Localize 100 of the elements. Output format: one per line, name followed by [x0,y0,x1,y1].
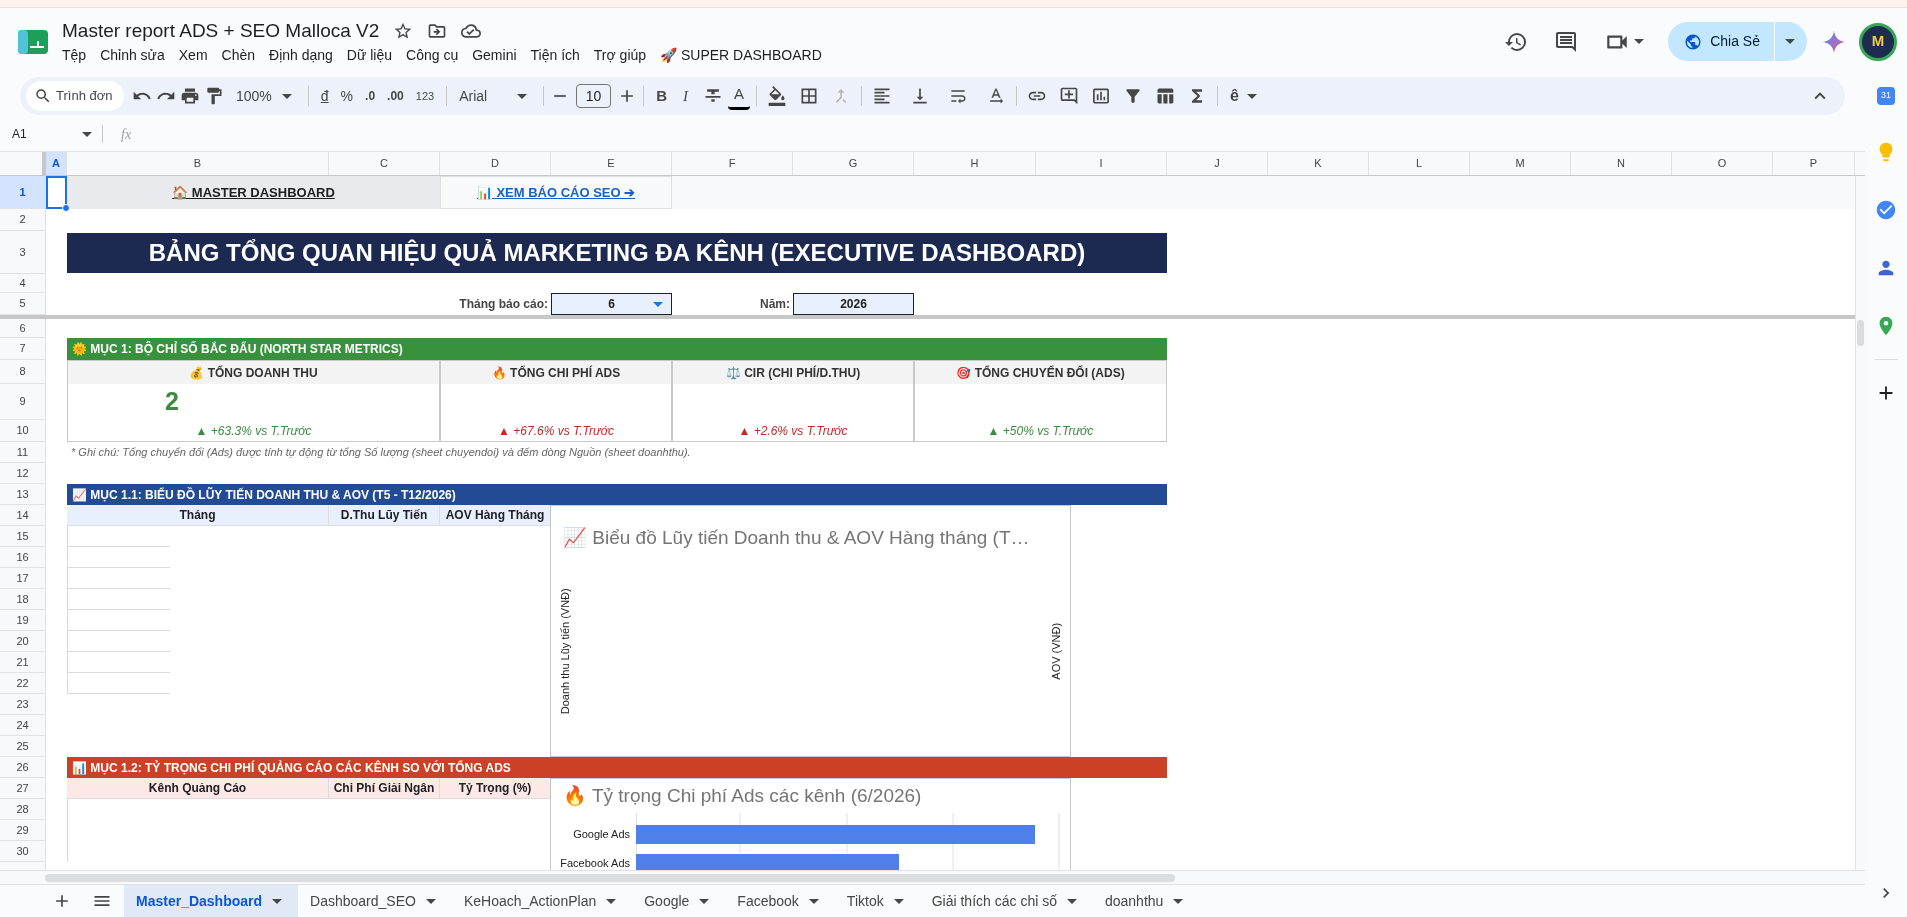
menu-item[interactable]: Chỉnh sửa [94,43,171,66]
column-header[interactable]: K [1268,152,1369,175]
row-header[interactable]: 24 [0,715,46,736]
menu-item[interactable]: Tiện ích [524,43,586,66]
row-header[interactable]: 21 [0,652,46,673]
bold-button[interactable]: B [650,82,673,110]
column-header[interactable]: A [46,152,67,175]
print-icon[interactable] [180,86,200,106]
sheet-tab[interactable]: Facebook [725,884,835,917]
row-header[interactable]: 22 [0,673,46,694]
row-header[interactable]: 2 [0,209,46,231]
italic-button[interactable]: I [672,82,698,110]
calendar-button[interactable]: 31 [1877,87,1895,105]
sheet-tab[interactable]: Master_Dashboard [124,884,299,917]
year-field[interactable]: 2026 [793,293,914,315]
font-dropdown[interactable]: Arial [453,82,538,110]
sheet-tab[interactable]: Google [632,884,726,917]
sheets-logo-icon[interactable] [18,29,48,54]
comment-icon[interactable] [1554,29,1579,54]
row-header[interactable]: 26 [0,757,46,778]
sheet-tab[interactable]: Dashboard_SEO [298,884,452,917]
increase-decimals-button[interactable]: .00 [381,82,410,110]
row-header[interactable]: 29 [0,820,46,841]
menu-search-field[interactable]: Trình đơn [26,81,124,111]
row-header[interactable]: 12 [0,463,46,484]
menu-item[interactable]: Dữ liệu [340,43,399,66]
column-header[interactable]: G [793,152,914,175]
scrollbar-thumb[interactable] [45,873,1175,882]
row-header[interactable]: 7 [0,338,46,360]
row-header[interactable]: 20 [0,631,46,652]
column-header[interactable]: B [67,152,329,175]
column-header[interactable]: J [1167,152,1268,175]
row-header[interactable]: 25 [0,736,46,757]
column-header[interactable]: P [1773,152,1855,175]
borders-icon[interactable] [799,86,819,106]
tasks-icon[interactable] [1875,199,1897,221]
column-header[interactable]: C [329,152,440,175]
column-header[interactable]: D [440,152,551,175]
row-header[interactable]: 16 [0,547,46,568]
row-header[interactable]: 30 [0,841,46,862]
vertical-scrollbar[interactable] [1855,176,1865,870]
vertical-align-icon[interactable] [910,86,930,106]
chart-icon[interactable] [1091,86,1111,106]
menu-item[interactable]: 🚀 SUPER DASHBOARD [654,43,828,66]
dashboard-link[interactable]: 🏠 MASTER DASHBOARD [172,182,335,203]
table-icon[interactable] [1155,86,1175,106]
row-header[interactable]: 18 [0,589,46,610]
add-comment-icon[interactable] [1059,86,1079,106]
menu-item[interactable]: Chèn [215,43,262,66]
menu-item[interactable]: Xem [172,43,214,66]
font-size-field[interactable]: 10 [576,84,612,108]
percent-button[interactable]: % [334,82,360,110]
menu-item[interactable]: Trợ giúp [587,43,653,66]
menu-item[interactable]: Tệp [56,43,93,66]
paint-format-icon[interactable] [204,86,224,106]
row-header[interactable]: 8 [0,360,46,384]
row-header[interactable]: 4 [0,274,46,293]
column-header[interactable]: N [1571,152,1672,175]
document-title[interactable]: Master report ADS + SEO Malloca V2 [62,17,380,44]
text-color-button[interactable]: A [727,82,750,110]
column-header[interactable]: E [551,152,672,175]
fill-color-icon[interactable] [767,86,787,106]
column-header[interactable]: I [1036,152,1167,175]
row-header[interactable]: 13 [0,484,46,505]
row-header[interactable]: 6 [0,319,46,338]
row-header[interactable]: 9 [0,384,46,420]
name-box[interactable]: A1 [0,121,96,147]
row-header[interactable]: 28 [0,799,46,820]
column-header[interactable]: O [1672,152,1773,175]
seo-report-link[interactable]: 📊 XEM BÁO CÁO SEO ➔ [476,182,636,203]
menu-item[interactable]: Định dạng [263,43,339,66]
share-options-button[interactable] [1775,22,1807,61]
row-header[interactable]: 14 [0,505,46,526]
month-dropdown[interactable]: 6 [551,293,672,315]
sheet-tab[interactable]: KeHoach_ActionPlan [451,884,633,917]
number-format-button[interactable]: 123 [409,82,441,110]
sheet-tab[interactable]: Giải thích các chỉ số [919,884,1093,917]
sheet-tab[interactable]: Tiktok [834,884,920,917]
column-header[interactable]: L [1369,152,1470,175]
zoom-dropdown[interactable]: 100% [230,82,302,110]
align-icon[interactable] [872,86,892,106]
row-header[interactable]: 11 [0,442,46,463]
column-header[interactable]: H [914,152,1036,175]
row-header[interactable]: 3 [0,231,46,274]
column-header[interactable]: M [1470,152,1571,175]
sparkle-icon[interactable] [1823,30,1845,53]
horizontal-scrollbar[interactable] [0,870,1865,884]
row-header[interactable]: 17 [0,568,46,589]
row-header[interactable]: 10 [0,420,46,442]
row-header[interactable]: 27 [0,778,46,799]
input-tools-button[interactable]: ê [1224,82,1267,110]
decrease-decimals-button[interactable]: .0 [359,82,382,110]
bar-chart[interactable]: 🔥 Tỷ trọng Chi phí Ads các kênh (6/2026) Google Ads Facebook Ads [550,778,1071,870]
row-header[interactable]: 1 [0,176,46,209]
row-header[interactable]: 19 [0,610,46,631]
row-header[interactable]: 23 [0,694,46,715]
sheet-tab[interactable]: doanhthu [1092,884,1200,917]
avatar[interactable]: M [1859,22,1897,61]
menu-item[interactable]: Gemini [466,43,523,66]
column-header[interactable]: F [672,152,793,175]
